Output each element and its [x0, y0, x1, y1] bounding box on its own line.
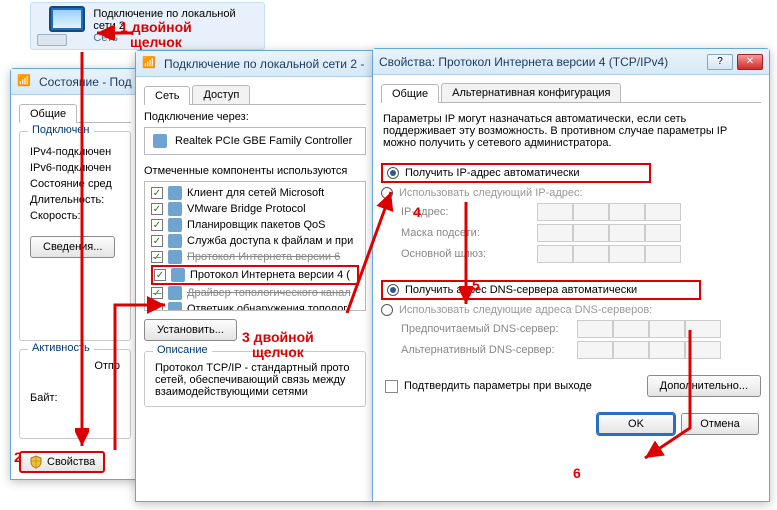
- row-speed: Скорость:: [30, 210, 120, 222]
- properties-button[interactable]: Свойства: [19, 451, 105, 473]
- list-item[interactable]: Драйвер топологического канал: [151, 285, 359, 301]
- component-icon: [168, 234, 182, 248]
- ipv4-note: Параметры IP могут назначаться автоматич…: [381, 109, 761, 159]
- desktop-icon-subtitle: Сеть: [93, 32, 258, 44]
- shield-icon: [29, 455, 43, 469]
- ok-button[interactable]: OK: [597, 413, 675, 435]
- checkbox[interactable]: [151, 219, 163, 231]
- list-item[interactable]: Служба доступа к файлам и при: [151, 233, 359, 249]
- details-button[interactable]: Сведения...: [30, 236, 115, 258]
- dns2-field: [577, 341, 721, 359]
- list-item-ipv4[interactable]: Протокол Интернета версии 4 (: [151, 265, 359, 285]
- props-titlebar[interactable]: 📶 Подключение по локальной сети 2 -: [136, 51, 374, 77]
- component-icon: [168, 250, 182, 264]
- status-title: Состояние - Под: [39, 75, 133, 89]
- nic-icon: [153, 134, 167, 148]
- tab-general[interactable]: Общие: [381, 84, 439, 103]
- install-button[interactable]: Установить...: [144, 319, 237, 341]
- close-button[interactable]: ✕: [737, 54, 763, 70]
- list-item[interactable]: Протокол Интернета версии 6: [151, 249, 359, 265]
- list-item[interactable]: Ответчик обнаружения тополог: [151, 301, 359, 311]
- props-title: Подключение по локальной сети 2 -: [164, 57, 368, 71]
- row-ipv4: IPv4-подключен: [30, 146, 120, 158]
- checkbox[interactable]: [151, 187, 163, 199]
- advanced-button[interactable]: Дополнительно...: [647, 375, 761, 397]
- adapter-name: Realtek PCIe GBE Family Controller: [175, 135, 352, 147]
- component-icon: [168, 286, 182, 300]
- checkbox[interactable]: [151, 235, 163, 247]
- network-pc-icon: [37, 6, 85, 46]
- connection-properties-window: 📶 Подключение по локальной сети 2 - Сеть…: [135, 50, 375, 502]
- row-media: Состояние сред: [30, 178, 120, 190]
- label-conn-via: Подключение через:: [144, 111, 366, 123]
- label-sent: Отпр: [30, 360, 120, 372]
- tab-access[interactable]: Доступ: [192, 85, 250, 104]
- checkbox[interactable]: [151, 251, 163, 263]
- properties-button-label: Свойства: [47, 456, 95, 468]
- radio-dns-manual[interactable]: [381, 304, 393, 316]
- label-bytes: Байт:: [30, 392, 120, 404]
- description-text: Протокол TCP/IP - стандартный прото сете…: [155, 362, 355, 398]
- radio-dns-manual-label: Использовать следующие адреса DNS-сервер…: [399, 304, 652, 316]
- radio-dns-auto[interactable]: [387, 284, 399, 296]
- component-icon: [171, 268, 185, 282]
- validate-checkbox[interactable]: [385, 380, 398, 393]
- radio-ip-manual[interactable]: [381, 187, 393, 199]
- radio-ip-manual-label: Использовать следующий IP-адрес:: [399, 187, 583, 199]
- list-item[interactable]: VMware Bridge Protocol: [151, 201, 359, 217]
- list-item[interactable]: Клиент для сетей Microsoft: [151, 185, 359, 201]
- tab-general[interactable]: Общие: [19, 104, 77, 123]
- validate-label: Подтвердить параметры при выходе: [404, 380, 592, 392]
- checkbox[interactable]: [151, 303, 163, 311]
- label-ip: IP-адрес:: [401, 206, 531, 218]
- group-connection: Подключен: [28, 124, 94, 136]
- tab-network[interactable]: Сеть: [144, 86, 190, 105]
- desktop-connection-icon[interactable]: Подключение по локальной сети 2 Сеть: [30, 2, 265, 50]
- label-gw: Основной шлюз:: [401, 248, 531, 260]
- help-button[interactable]: ?: [707, 54, 733, 70]
- checkbox[interactable]: [151, 203, 163, 215]
- cancel-button[interactable]: Отмена: [681, 413, 759, 435]
- desktop-icon-title: Подключение по локальной сети 2: [93, 8, 258, 32]
- row-ipv6: IPv6-подключен: [30, 162, 120, 174]
- group-description: Описание: [153, 344, 212, 356]
- window-icon: 📶: [17, 74, 33, 90]
- subnet-mask-field: [537, 224, 681, 242]
- component-icon: [168, 202, 182, 216]
- label-mask: Маска подсети:: [401, 227, 531, 239]
- label-dns1: Предпочитаемый DNS-сервер:: [401, 323, 571, 335]
- radio-dns-auto-label: Получить адрес DNS-сервера автоматически: [405, 284, 637, 296]
- radio-ip-auto[interactable]: [387, 167, 399, 179]
- window-icon: 📶: [142, 56, 158, 72]
- label-components: Отмеченные компоненты используются: [144, 165, 366, 177]
- checkbox[interactable]: [154, 269, 166, 281]
- checkbox[interactable]: [151, 287, 163, 299]
- component-icon: [168, 186, 182, 200]
- list-item[interactable]: Планировщик пакетов QoS: [151, 217, 359, 233]
- radio-ip-auto-label: Получить IP-адрес автоматически: [405, 167, 579, 179]
- group-activity: Активность: [28, 342, 94, 354]
- label-dns2: Альтернативный DNS-сервер:: [401, 344, 571, 356]
- ipv4-title: Свойства: Протокол Интернета версии 4 (T…: [379, 55, 707, 69]
- adapter-panel: Realtek PCIe GBE Family Controller: [144, 127, 366, 155]
- component-list[interactable]: Клиент для сетей Microsoft VMware Bridge…: [144, 181, 366, 311]
- tab-alt-config[interactable]: Альтернативная конфигурация: [441, 83, 621, 102]
- component-icon: [168, 218, 182, 232]
- dns1-field: [577, 320, 721, 338]
- ip-address-field: [537, 203, 681, 221]
- gateway-field: [537, 245, 681, 263]
- ipv4-properties-window: Свойства: Протокол Интернета версии 4 (T…: [372, 48, 770, 502]
- ipv4-titlebar[interactable]: Свойства: Протокол Интернета версии 4 (T…: [373, 49, 769, 75]
- status-window: 📶 Состояние - Под Общие Подключен IPv4-п…: [10, 68, 140, 480]
- status-titlebar[interactable]: 📶 Состояние - Под: [11, 69, 139, 95]
- component-icon: [168, 302, 182, 311]
- row-duration: Длительность:: [30, 194, 120, 206]
